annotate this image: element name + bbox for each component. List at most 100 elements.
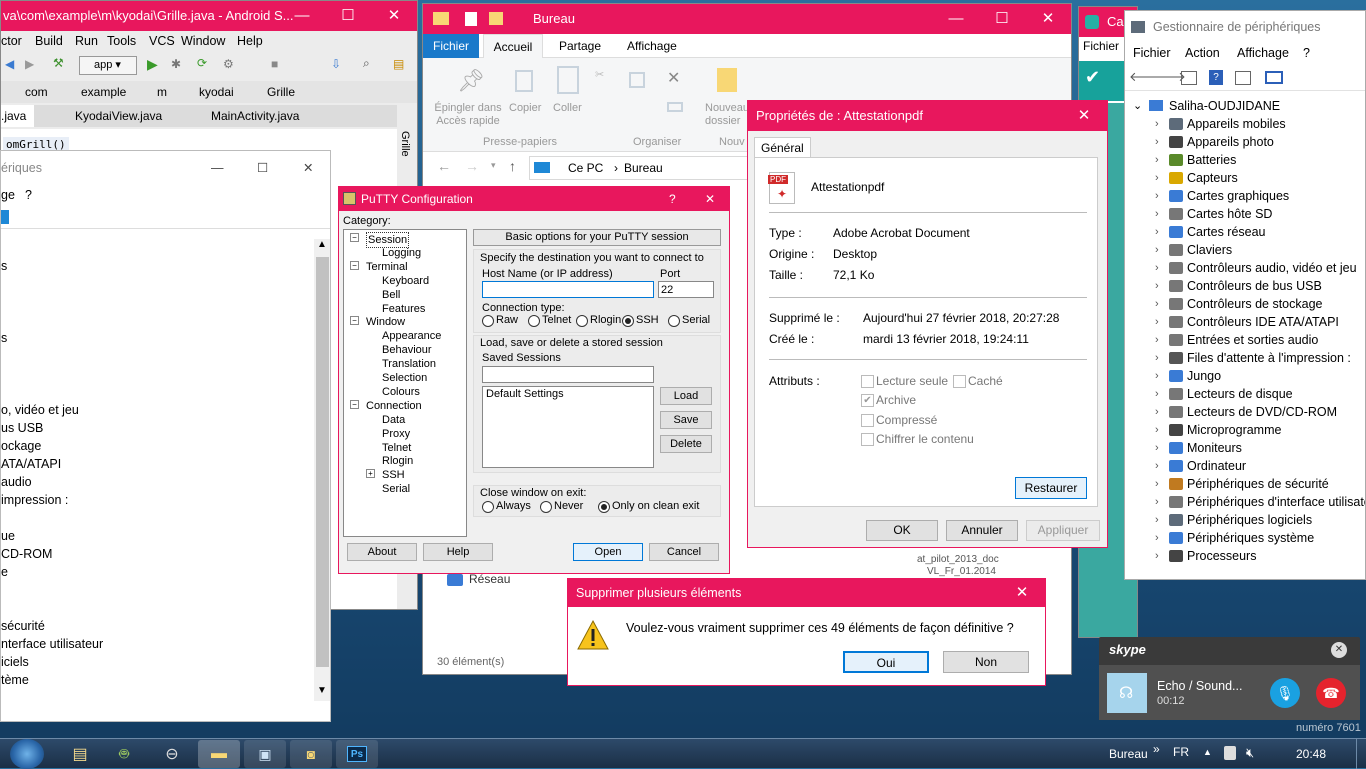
device-category-item[interactable]: › Périphériques d'interface utilisateur bbox=[1125, 493, 1365, 511]
device-category-item[interactable]: › Jungo bbox=[1125, 367, 1365, 385]
tab-general[interactable]: Général bbox=[754, 137, 811, 158]
search-icon[interactable]: ⌕ bbox=[363, 56, 370, 71]
tree-item[interactable]: Rlogin bbox=[382, 454, 413, 468]
tab-grille-java[interactable]: .java bbox=[1, 105, 35, 127]
chevron-right-icon[interactable]: › bbox=[1155, 439, 1159, 457]
saved-session-input[interactable] bbox=[482, 366, 654, 383]
radio-raw[interactable] bbox=[482, 315, 494, 327]
device-category-item[interactable]: › Périphériques système bbox=[1125, 529, 1365, 547]
paste-button[interactable]: Coller bbox=[553, 102, 582, 114]
help-button[interactable]: Help bbox=[423, 543, 493, 561]
device-tree[interactable]: ⌄ Saliha-OUDJIDANE › Appareils mobiles › Ap… bbox=[1125, 97, 1365, 579]
breadcrumb-grille[interactable]: Grille bbox=[267, 81, 295, 103]
menu-item-help[interactable]: Help bbox=[237, 31, 263, 51]
new-folder-icon[interactable] bbox=[717, 68, 737, 92]
new-folder-icon[interactable] bbox=[489, 12, 503, 25]
device-category-item[interactable]: › Contrôleurs de stockage bbox=[1125, 295, 1365, 313]
tree-item[interactable]: Appearance bbox=[382, 329, 441, 343]
taskbar-photoshop-icon[interactable]: Ps bbox=[336, 740, 378, 768]
device-category-item[interactable]: › Périphériques logiciels bbox=[1125, 511, 1365, 529]
attach-icon[interactable]: ⚙ bbox=[223, 57, 234, 71]
taskbar-notes-icon[interactable]: ▤ bbox=[66, 741, 94, 769]
chevron-right-icon[interactable]: › bbox=[1155, 205, 1159, 223]
mic-button[interactable]: 🎙︎ bbox=[1270, 678, 1300, 708]
device-category-item[interactable]: › Périphériques de sécurité bbox=[1125, 475, 1365, 493]
chevron-right-icon[interactable]: › bbox=[1155, 313, 1159, 331]
scroll-down-icon[interactable]: ▼ bbox=[317, 685, 327, 696]
chevron-right-icon[interactable]: › bbox=[1155, 475, 1159, 493]
radio-telnet[interactable] bbox=[528, 315, 540, 327]
taskbar-explorer-icon[interactable]: ▬ bbox=[198, 740, 240, 768]
ok-button[interactable]: OK bbox=[866, 520, 938, 541]
maximize-icon[interactable]: ☐ bbox=[979, 4, 1025, 34]
chevron-right-icon[interactable]: › bbox=[1155, 223, 1159, 241]
chevron-right-icon[interactable]: › bbox=[1155, 367, 1159, 385]
show-desktop-button[interactable] bbox=[1356, 739, 1366, 769]
yes-button[interactable]: Oui bbox=[843, 651, 929, 673]
close-icon[interactable]: ✕ bbox=[1025, 4, 1071, 34]
tree-item[interactable]: Serial bbox=[382, 482, 410, 496]
help-icon[interactable]: ? bbox=[669, 187, 676, 211]
taskbar-app-icon[interactable]: ◙ bbox=[290, 740, 332, 768]
minimize-icon[interactable]: — bbox=[211, 151, 224, 185]
tree-item[interactable]: Keyboard bbox=[382, 274, 429, 288]
left-device-tree[interactable]: s s o, vidéo et jeu us USB ockage ATA/AT… bbox=[1, 239, 313, 699]
debug-icon[interactable]: ✱ bbox=[171, 57, 181, 71]
chevron-right-icon[interactable]: › bbox=[1155, 421, 1159, 439]
radio-serial[interactable] bbox=[668, 315, 680, 327]
list-item[interactable]: Default Settings bbox=[486, 388, 564, 400]
device-category-item[interactable]: › Entrées et sorties audio bbox=[1125, 331, 1365, 349]
archive-checkbox[interactable]: ✔ bbox=[861, 394, 874, 407]
tree-item[interactable]: Terminal bbox=[366, 260, 408, 274]
hidden-checkbox[interactable] bbox=[953, 375, 966, 388]
device-category-item[interactable]: › Microprogramme bbox=[1125, 421, 1365, 439]
list-item[interactable]: iciels bbox=[1, 653, 29, 671]
address-field[interactable]: Ce PC › Bureau bbox=[529, 156, 761, 180]
breadcrumb-kyodai[interactable]: kyodai bbox=[199, 81, 234, 103]
chevron-right-icon[interactable]: › bbox=[1155, 151, 1159, 169]
maximize-icon[interactable]: ☐ bbox=[325, 1, 371, 31]
check-icon[interactable]: ✔ bbox=[1085, 67, 1100, 88]
menu-item-help[interactable]: ? bbox=[25, 185, 32, 205]
tree-item[interactable]: SSH bbox=[382, 468, 405, 482]
encrypt-checkbox[interactable] bbox=[861, 433, 874, 446]
hangup-button[interactable]: ☎︎ bbox=[1316, 678, 1346, 708]
device-category-item[interactable]: › Moniteurs bbox=[1125, 439, 1365, 457]
tray-up-icon[interactable]: ▲ bbox=[1203, 747, 1212, 757]
minimize-icon[interactable]: — bbox=[933, 4, 979, 34]
tree-expander-icon[interactable]: + bbox=[366, 469, 375, 479]
device-category-item[interactable]: › Contrôleurs audio, vidéo et jeu bbox=[1125, 259, 1365, 277]
device-category-item[interactable]: › Contrôleurs IDE ATA/ATAPI bbox=[1125, 313, 1365, 331]
tree-item[interactable]: Proxy bbox=[382, 427, 410, 441]
menu-item-help[interactable]: ? bbox=[1303, 43, 1310, 63]
chevron-right-icon[interactable]: › bbox=[1155, 349, 1159, 367]
profile-icon[interactable]: ⟳ bbox=[197, 56, 207, 70]
properties-icon[interactable] bbox=[1, 210, 9, 224]
list-item[interactable]: ATA/ATAPI bbox=[1, 455, 61, 473]
menu-item-tools[interactable]: Tools bbox=[107, 31, 136, 51]
breadcrumb-example[interactable]: example bbox=[81, 81, 126, 103]
forward-arrow-icon[interactable]: → bbox=[465, 158, 479, 174]
list-item[interactable]: e bbox=[1, 563, 8, 581]
menu-item-ctor[interactable]: ctor bbox=[1, 31, 22, 51]
close-icon[interactable]: ✕ bbox=[303, 151, 313, 185]
chevron-right-icon[interactable]: › bbox=[1155, 403, 1159, 421]
tree-item[interactable]: Bell bbox=[382, 288, 400, 302]
restore-button[interactable]: Restaurer bbox=[1015, 477, 1087, 499]
chevron-right-icon[interactable]: › bbox=[1155, 133, 1159, 151]
file-caption[interactable]: at_pilot_2013_doc bbox=[917, 554, 999, 565]
list-item[interactable]: o, vidéo et jeu bbox=[1, 401, 79, 419]
paste-icon[interactable] bbox=[557, 66, 579, 94]
tray-volume-icon[interactable]: 🔇︎ bbox=[1246, 745, 1254, 761]
run-icon[interactable]: ▶ bbox=[147, 56, 158, 73]
minimize-icon[interactable]: — bbox=[279, 1, 325, 31]
chevron-down-icon[interactable]: ▾ bbox=[491, 160, 496, 171]
about-button[interactable]: About bbox=[347, 543, 417, 561]
close-icon[interactable]: ✕ bbox=[1331, 642, 1347, 658]
list-item[interactable]: sécurité bbox=[1, 617, 45, 635]
path-bureau[interactable]: Bureau bbox=[624, 157, 663, 179]
menu-item-affichage[interactable]: Affichage bbox=[1237, 43, 1289, 63]
chevron-right-icon[interactable]: › bbox=[1155, 529, 1159, 547]
chevron-right-icon[interactable]: › bbox=[1155, 493, 1159, 511]
menu-item-vcs[interactable]: VCS bbox=[149, 31, 175, 51]
